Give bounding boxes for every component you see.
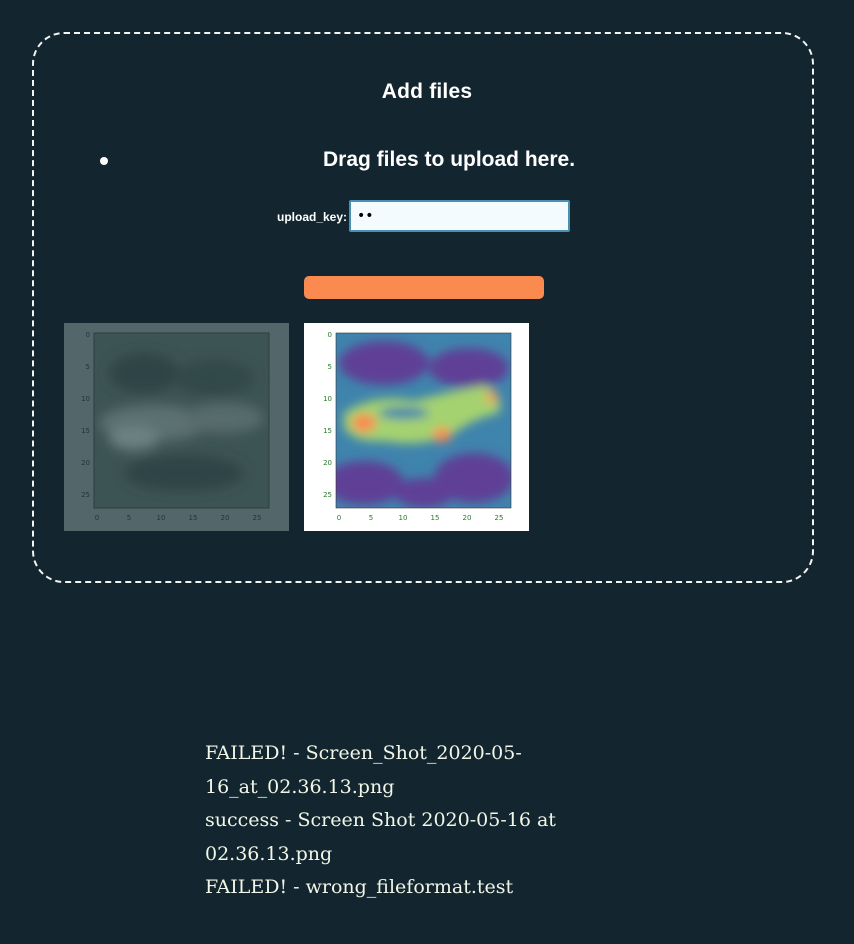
dropzone-title: Add files — [381, 80, 473, 103]
log-entry: FAILED! - wrong_fileformat.test — [205, 876, 514, 898]
x-tick-label: 25 — [253, 514, 262, 522]
list-bullet — [100, 157, 108, 165]
y-tick-label: 25 — [323, 491, 332, 499]
x-tick-label: 0 — [337, 514, 341, 522]
preview-thumbnail-greyscale: 0 5 10 15 20 25 0 5 10 15 20 25 — [64, 323, 289, 531]
x-tick-label: 10 — [399, 514, 408, 522]
x-tick-label: 15 — [189, 514, 198, 522]
x-tick-label: 25 — [495, 514, 504, 522]
upload-button[interactable] — [304, 276, 544, 299]
drag-instruction: Drag files to upload here. — [323, 148, 576, 171]
y-tick-label: 20 — [323, 459, 332, 467]
upload-key-label: upload_key: — [277, 210, 348, 224]
x-tick-label: 10 — [157, 514, 166, 522]
x-tick-label: 0 — [95, 514, 99, 522]
y-tick-label: 0 — [328, 331, 332, 339]
x-tick-label: 5 — [127, 514, 131, 522]
y-tick-label: 10 — [81, 395, 90, 403]
x-tick-label: 20 — [221, 514, 230, 522]
preview-thumbnail-heatmap: 0 5 10 15 20 25 0 5 10 15 20 25 — [304, 323, 529, 531]
y-tick-label: 20 — [81, 459, 90, 467]
y-tick-label: 0 — [86, 331, 90, 339]
y-tick-label: 5 — [86, 363, 90, 371]
y-tick-label: 5 — [328, 363, 332, 371]
x-tick-label: 15 — [431, 514, 440, 522]
log-entry: success - Screen Shot 2020-05-16 at 02.3… — [205, 809, 556, 865]
log-entry: FAILED! - Screen_Shot_2020-05-16_at_02.3… — [205, 742, 522, 798]
y-tick-label: 25 — [81, 491, 90, 499]
y-tick-label: 10 — [323, 395, 332, 403]
upload-log: FAILED! - Screen_Shot_2020-05-16_at_02.3… — [205, 737, 645, 905]
y-tick-label: 15 — [81, 427, 90, 435]
y-tick-label: 15 — [323, 427, 332, 435]
x-tick-label: 20 — [463, 514, 472, 522]
x-tick-label: 5 — [369, 514, 373, 522]
upload-key-input[interactable] — [349, 200, 570, 232]
